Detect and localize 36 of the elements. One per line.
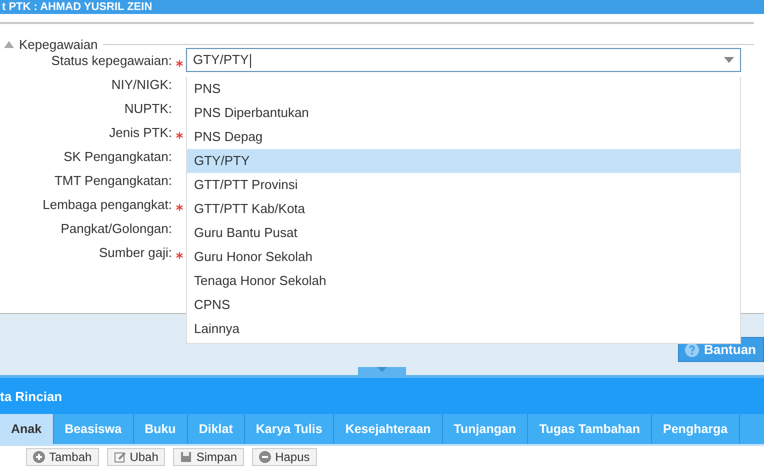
dropdown-option[interactable]: PNS Depag	[187, 125, 740, 149]
dropdown-caret-icon[interactable]	[724, 57, 734, 63]
dropdown-option[interactable]: CPNS	[187, 293, 740, 317]
minus-icon	[259, 451, 272, 463]
collapse-handle[interactable]	[358, 367, 406, 375]
status-combo-field[interactable]: GTY/PTY	[186, 48, 741, 72]
toolbar-button[interactable]: Ubah	[106, 448, 166, 466]
dropdown-option[interactable]: PNS Diperbantukan	[187, 101, 740, 125]
collapse-triangle-icon[interactable]	[4, 40, 14, 48]
dropdown-option[interactable]: GTY/PTY	[187, 149, 740, 173]
toolbar-button[interactable]: Hapus	[252, 448, 317, 466]
field-label: Status kepegawaian:	[50, 52, 173, 68]
toolbar-button[interactable]: Simpan	[173, 448, 244, 466]
tab[interactable]: Anak	[0, 414, 54, 444]
panel-title: ta Rincian	[0, 388, 62, 404]
dropdown-option[interactable]: Tenaga Honor Sekolah	[187, 269, 740, 293]
fieldset-legend: Kepegawaian	[19, 36, 98, 52]
window-title: t PTK : AHMAD YUSRIL ZEIN	[0, 0, 764, 14]
dropdown-option[interactable]: GTT/PTT Kab/Kota	[187, 197, 740, 221]
field-label: Jenis PTK:	[108, 124, 173, 140]
field-label: Lembaga pengangkat:	[42, 196, 173, 212]
dropdown-option[interactable]: Guru Honor Sekolah	[187, 245, 740, 269]
toolbar-button[interactable]: Tambah	[26, 448, 99, 466]
text-cursor	[250, 54, 251, 68]
field-label: Pangkat/Golongan:	[60, 220, 173, 236]
field-label: NIY/NIGK:	[110, 76, 173, 92]
dropdown-option[interactable]: GTT/PTT Provinsi	[187, 173, 740, 197]
pencil-icon	[114, 451, 126, 463]
field-label: Sumber gaji:	[98, 244, 173, 260]
dropdown-option[interactable]: PNS	[187, 77, 740, 101]
field-label: NUPTK:	[123, 100, 173, 116]
field-label: TMT Pengangkatan:	[53, 172, 173, 188]
floppy-icon	[180, 451, 192, 463]
plus-icon	[33, 451, 45, 463]
field-label: SK Pengangkatan:	[62, 148, 173, 164]
dropdown-option[interactable]: Guru Bantu Pusat	[187, 221, 740, 245]
